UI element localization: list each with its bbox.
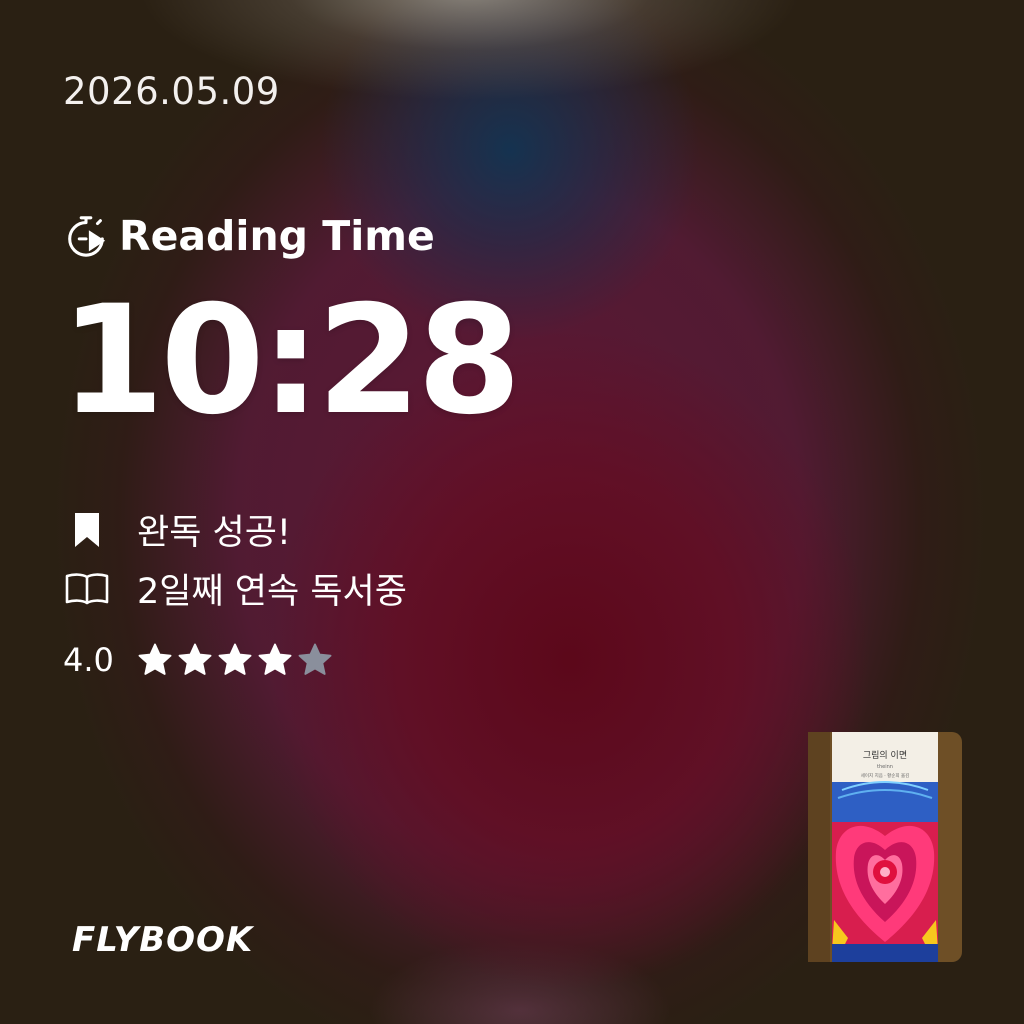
cover-subtitle: theinn [877,764,893,770]
star-icon [138,643,172,675]
reading-time-header: Reading Time [63,212,435,260]
open-book-icon [63,569,111,609]
rating-value: 4.0 [63,641,114,679]
rating-stars [136,641,336,679]
star-icon [258,643,292,675]
reading-date: 2026.05.09 [63,70,280,113]
book-cover-thumbnail: 그림의 이면 theinn 세이지 지음 · 황순희 옮김 [808,732,962,962]
reading-time-label: Reading Time [119,212,435,260]
flybook-logo: FLYBOOK [72,920,254,960]
cover-title: 그림의 이면 [863,749,907,761]
completion-status: 완독 성공! [63,504,291,555]
star-icon [298,643,332,675]
bookmark-icon [63,510,111,550]
reading-time-value: 10:28 [60,274,521,448]
cover-author: 세이지 지음 · 황순희 옮김 [861,772,910,779]
reading-streak: 2일째 연속 독서중 [63,563,407,614]
completion-text: 완독 성공! [137,513,291,553]
streak-text: 2일째 연속 독서중 [137,572,407,612]
reading-share-card: 2026.05.09 Reading Time 10:28 완독 성공! 2일째 [0,0,1024,1024]
rating: 4.0 [63,641,336,679]
star-icon [178,643,212,675]
stopwatch-play-icon [68,216,106,257]
star-icon [218,643,252,675]
